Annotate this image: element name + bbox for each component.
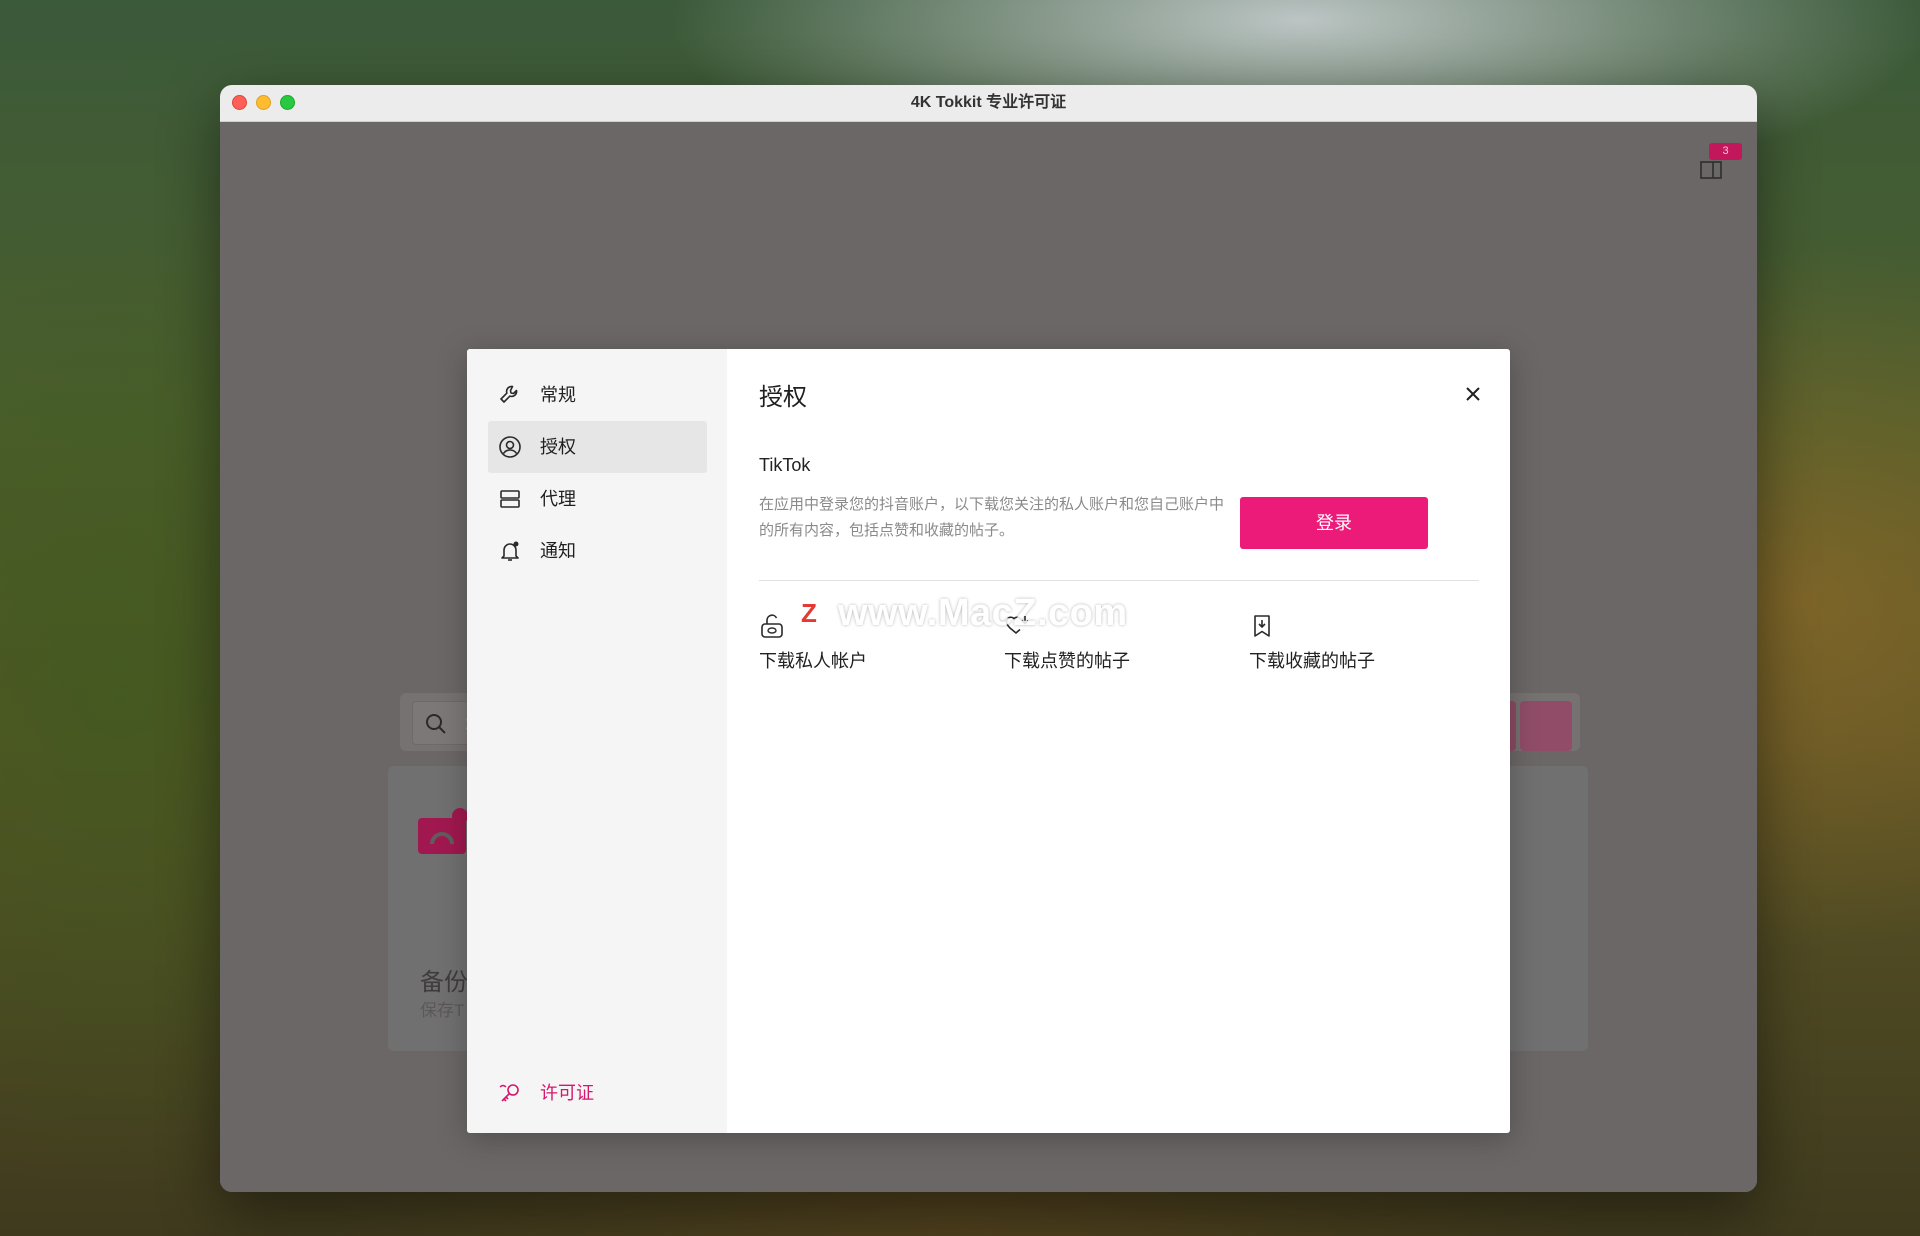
feature-label: 下载收藏的帖子 [1249,651,1375,671]
bookmark-download-icon [1254,615,1270,637]
preferences-main: 授权 TikTok 在应用中登录您的抖音账户，以下载您关注的私人账户和您自己账户… [727,349,1510,1133]
license-label: 许可证 [540,1083,594,1103]
feature-label: 下载点赞的帖子 [1004,651,1130,671]
section-description: 在应用中登录您的抖音账户，以下载您关注的私人账户和您自己账户中的所有内容，包括点… [759,496,1225,539]
nav-label-authorization: 授权 [540,437,576,457]
title-bar: 4K Tokkit 专业许可证 [220,85,1757,122]
feature-favorited-posts: 下载收藏的帖子 [1249,613,1449,673]
nav-item-general[interactable]: 常规 [488,369,707,421]
nav-item-authorization[interactable]: 授权 [488,421,707,473]
unlock-icon [761,614,783,638]
background-filter-button [1520,701,1572,751]
app-window: 4K Tokkit 专业许可证 3 将 [220,85,1757,1192]
nav-label-notifications: 通知 [540,541,576,561]
dialog-title: 授权 [759,384,807,411]
window-title: 4K Tokkit 专业许可证 [910,94,1067,111]
watermark-logo: Z [790,594,828,632]
license-link[interactable]: 许可证 [488,1071,707,1115]
background-card-title: 备份 [420,969,468,996]
app-content: 3 将 备份 保存T [220,122,1757,1192]
login-button[interactable]: 登录 [1240,497,1428,549]
close-icon[interactable] [1462,383,1484,405]
nav-item-notifications[interactable]: 通知 [488,525,707,577]
nav-label-proxy: 代理 [540,489,576,509]
bell-icon [501,541,519,561]
nav-label-general: 常规 [540,385,576,405]
preferences-dialog: 常规 授权 代理 通知 许可证 授权 TikTok 在应用中登录您的抖音账户，以… [467,349,1510,1133]
watermark-text: www.MacZ.com [838,592,1128,634]
preferences-sidebar: 常规 授权 代理 通知 许可证 [467,349,727,1133]
server-icon [500,490,520,508]
key-icon [499,1084,519,1102]
search-icon [426,714,446,734]
nav-item-proxy[interactable]: 代理 [488,473,707,525]
background-card-subtitle: 保存T [420,1001,465,1020]
wrench-icon [500,385,518,403]
feature-label: 下载私人帐户 [759,651,867,671]
user-circle-icon [499,436,521,458]
notification-badge: 3 [1709,143,1742,160]
divider [759,580,1479,581]
watermark: Z www.MacZ.com [790,592,1130,638]
sidebar-panel-icon[interactable] [1700,160,1722,180]
section-title: TikTok [759,455,811,475]
